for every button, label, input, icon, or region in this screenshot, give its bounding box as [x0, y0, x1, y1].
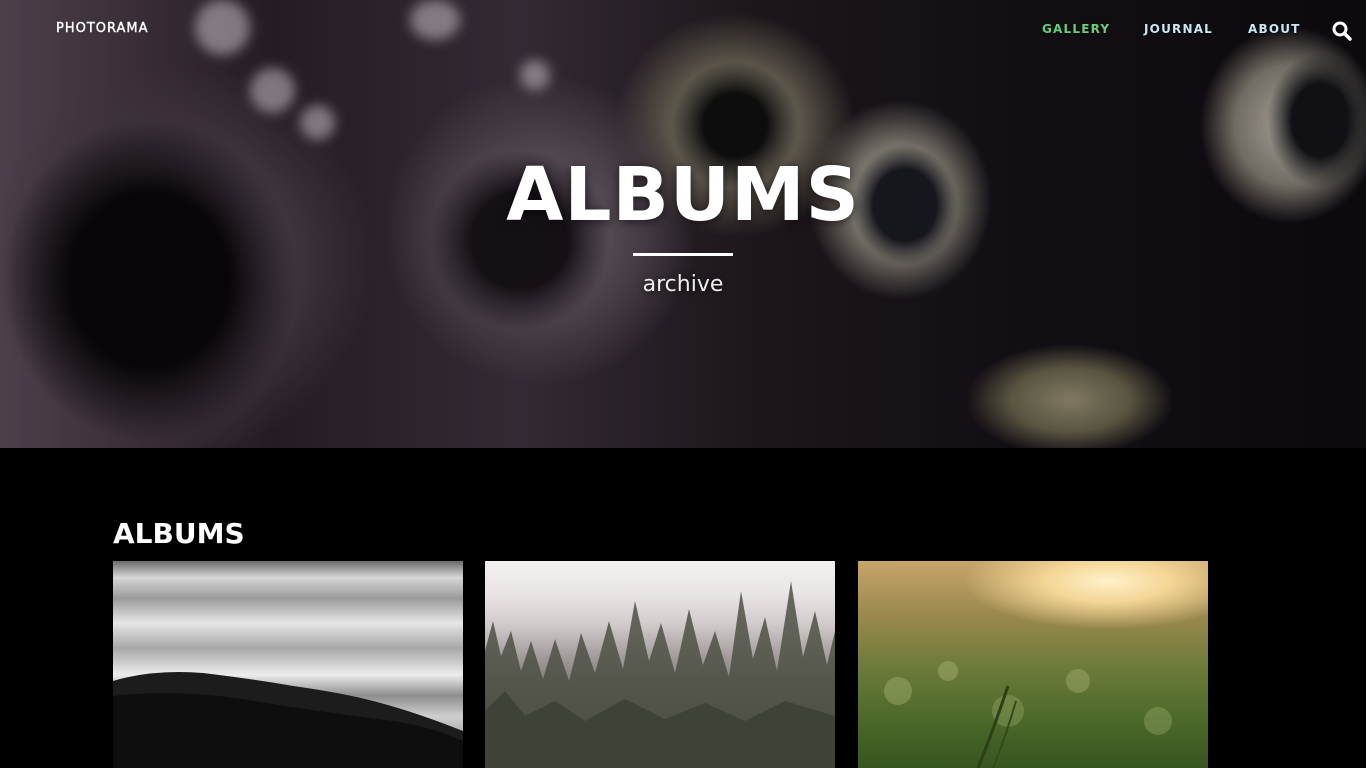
album-card-dewy-grass[interactable]	[858, 561, 1208, 768]
title-divider	[633, 253, 733, 256]
site-logo[interactable]: PHOTORAMA	[56, 21, 149, 36]
search-icon	[1332, 21, 1352, 41]
nav-gallery[interactable]: GALLERY	[1042, 22, 1110, 36]
page-title: ALBUMS	[506, 152, 860, 238]
album-card-misty-forest[interactable]	[485, 561, 835, 768]
nav-about[interactable]: ABOUT	[1248, 22, 1301, 36]
section-title: ALBUMS	[113, 517, 245, 550]
nav-journal[interactable]: JOURNAL	[1144, 22, 1213, 36]
album-thumbnail	[884, 661, 1172, 768]
search-button[interactable]	[1330, 19, 1354, 43]
album-card-fog-hills[interactable]	[113, 561, 463, 768]
page-subtitle: archive	[642, 272, 724, 297]
album-thumbnail	[113, 672, 463, 768]
album-thumbnail	[485, 581, 835, 768]
